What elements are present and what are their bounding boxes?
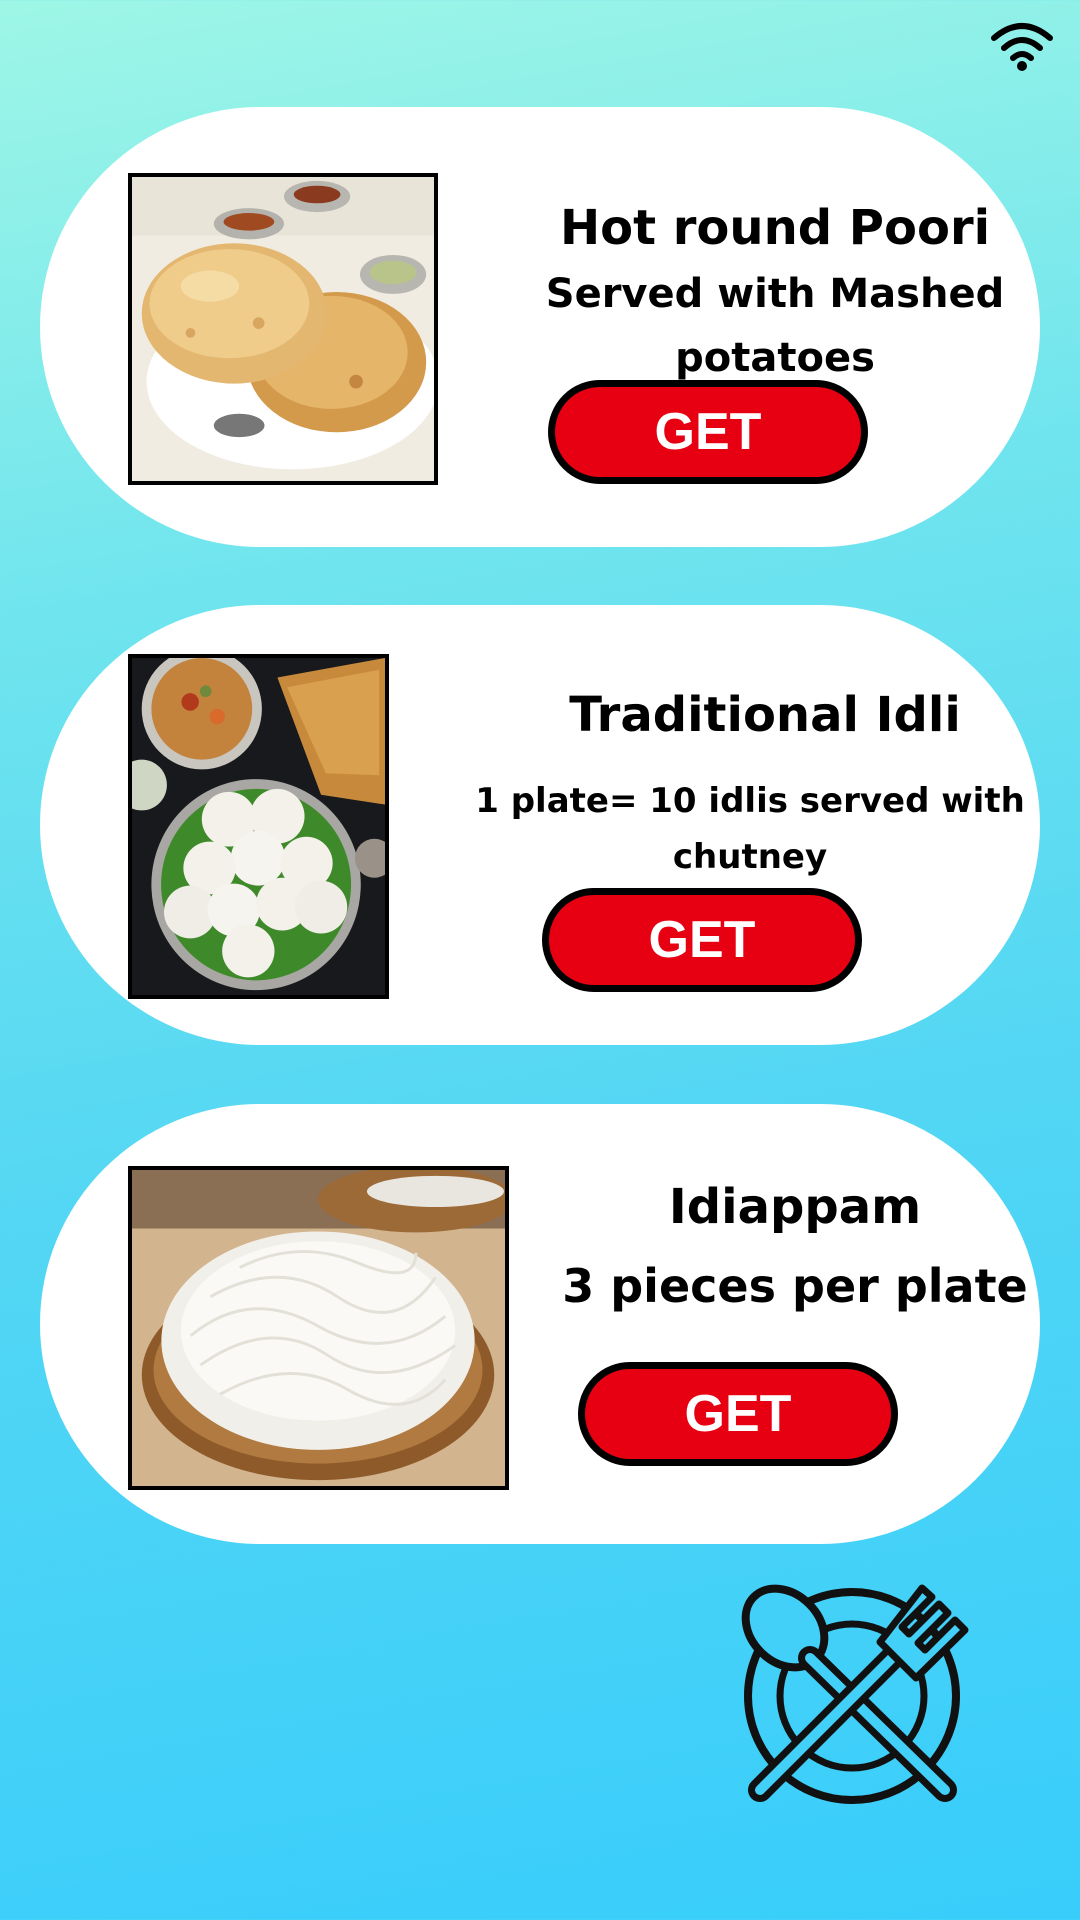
get-button-poori[interactable]: GET xyxy=(548,380,868,484)
item-title: Hot round Poori xyxy=(559,200,991,256)
spoon-fork-plate-icon xyxy=(741,1584,969,1804)
menu-card-idiappam: Idiappam 3 pieces per plate GET xyxy=(40,1104,1040,1544)
item-title: Traditional Idli xyxy=(569,687,961,743)
menu-card-poori: Hot round Poori Served with Mashed potat… xyxy=(40,107,1040,547)
wifi-icon xyxy=(991,23,1053,71)
menu-card-idli: Traditional Idli 1 plate= 10 idlis serve… xyxy=(40,605,1040,1045)
get-button-idli[interactable]: GET xyxy=(542,888,862,992)
idli-photo xyxy=(128,654,389,999)
item-description: Served with Mashed potatoes xyxy=(545,271,1005,381)
poori-photo xyxy=(128,173,438,485)
item-description: 3 pieces per plate xyxy=(562,1259,1028,1313)
item-title: Idiappam xyxy=(668,1179,922,1235)
get-button-idiappam[interactable]: GET xyxy=(578,1362,898,1466)
item-description: 1 plate= 10 idlis served with chutney xyxy=(475,781,1025,877)
idiappam-photo xyxy=(128,1166,509,1490)
